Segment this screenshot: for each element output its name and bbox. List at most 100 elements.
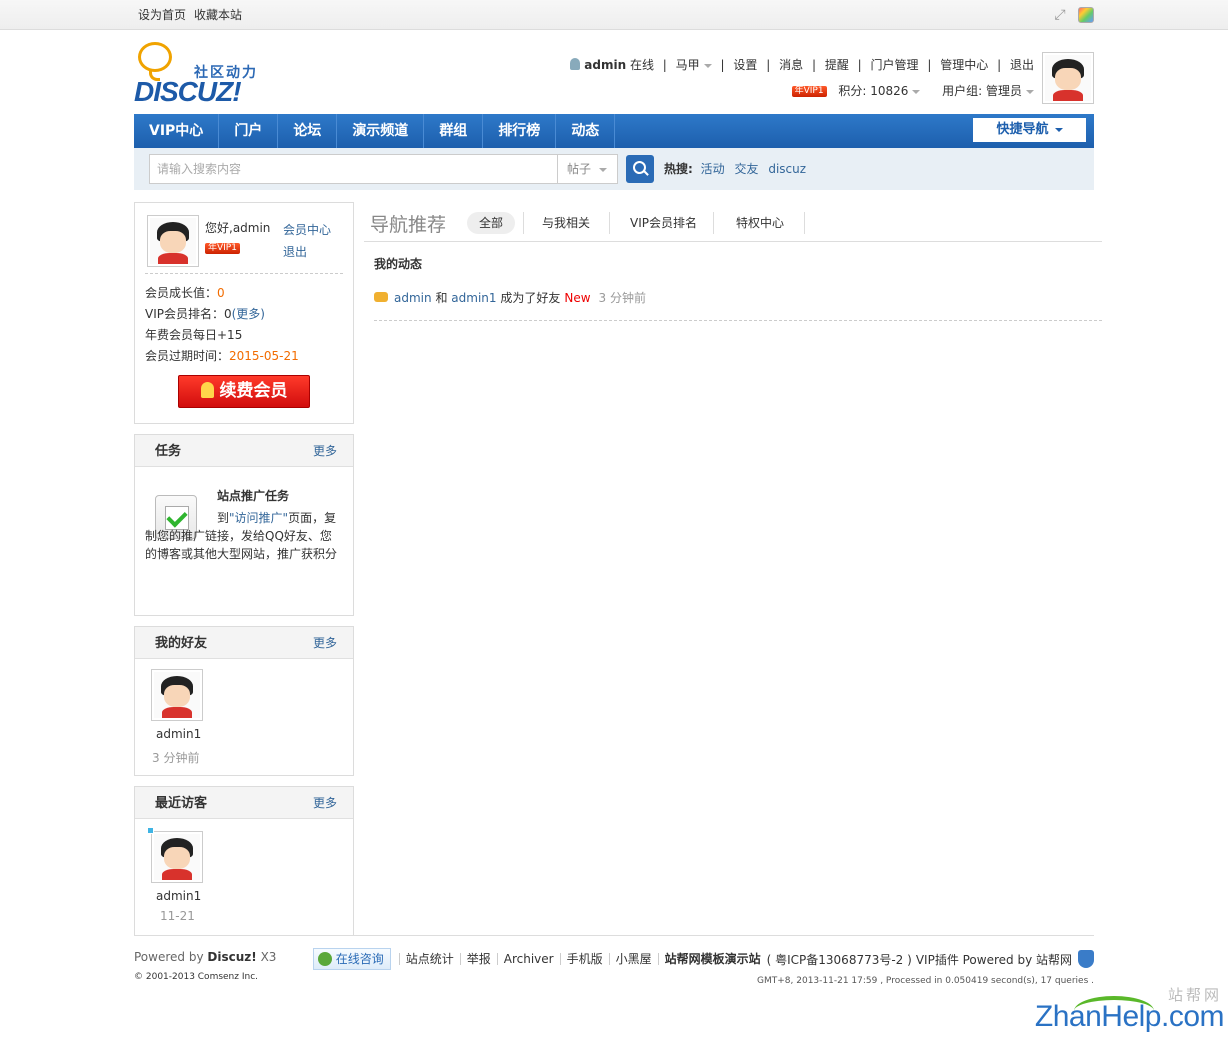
settings-link[interactable]: 设置: [733, 58, 757, 72]
footer-link-archiver[interactable]: Archiver: [496, 953, 560, 965]
hot-keyword[interactable]: discuz: [768, 162, 806, 176]
admin-center-link[interactable]: 管理中心: [940, 58, 988, 72]
feed-panel: 导航推荐 全部 与我相关 VIP会员排名 特权中心 我的动态 admin 和 a…: [364, 202, 1102, 321]
feed-user-link[interactable]: admin: [394, 291, 432, 305]
friends-box-title: 我的好友: [155, 636, 208, 651]
daily-bonus: 年费会员每日+15: [145, 328, 243, 342]
tab-all[interactable]: 全部: [467, 212, 516, 234]
friend-time: 3 分钟前: [152, 751, 200, 765]
logout-link[interactable]: 退出: [1010, 58, 1034, 72]
search-type-label: 帖子: [567, 162, 592, 176]
footer-link-mobile[interactable]: 手机版: [559, 953, 609, 965]
my-feed-title: 我的动态: [374, 257, 423, 271]
tab-related[interactable]: 与我相关: [530, 212, 602, 234]
footer-links: 在线咨询 站点统计 举报 Archiver 手机版 小黑屋 站帮网模板演示站 (…: [312, 948, 1094, 970]
online-dot-icon: [147, 827, 154, 834]
vip-badge[interactable]: 年VIP1: [205, 243, 240, 254]
nav-item-ranking[interactable]: 排行榜: [483, 114, 557, 148]
bell-icon: [200, 382, 214, 398]
visitor-name[interactable]: admin1: [156, 889, 201, 903]
usergroup-menu[interactable]: 用户组: 管理员: [942, 84, 1022, 98]
footer-link-report[interactable]: 举报: [459, 953, 497, 965]
nav-item-feed[interactable]: 动态: [556, 114, 616, 148]
set-home-link[interactable]: 设为首页: [138, 8, 186, 22]
online-status[interactable]: 在线: [630, 58, 654, 72]
nav-item-portal[interactable]: 门户: [219, 114, 279, 148]
icp-link[interactable]: ( 粤ICP备13068773号-2 ): [763, 951, 916, 968]
profile-avatar[interactable]: [147, 215, 199, 267]
nav-item-vip[interactable]: VIP中心: [134, 114, 220, 148]
hot-keyword[interactable]: 交友: [734, 162, 758, 176]
tab-vip-ranking[interactable]: VIP会员排名: [618, 212, 709, 234]
color-scheme-icon[interactable]: [1078, 7, 1094, 23]
left-sidebar: 您好,admin 年VIP1 会员中心 退出 会员成长值：0 VIP会员排名：0…: [134, 202, 354, 946]
site-name-link[interactable]: 站帮网模板演示站: [665, 952, 761, 966]
bookmark-link[interactable]: 收藏本站: [194, 8, 242, 22]
points-menu[interactable]: 积分: 10826: [838, 84, 908, 98]
expire-label: 会员过期时间：: [145, 349, 230, 363]
comsenz-link[interactable]: © 2001-2013 Comsenz Inc.: [134, 972, 258, 982]
rank-more-link[interactable]: (更多): [232, 307, 265, 321]
friends-box: 我的好友 更多 admin1 3 分钟前: [134, 626, 354, 776]
footer-link-stats[interactable]: 站点统计: [398, 953, 460, 965]
online-consult-button[interactable]: 在线咨询: [312, 948, 391, 970]
vip-plugin-link[interactable]: VIP插件 Powered by 站帮网: [916, 951, 1072, 968]
username-link[interactable]: admin: [584, 58, 626, 72]
renew-membership-button[interactable]: 续费会员: [178, 375, 310, 408]
expand-icon[interactable]: ⤢: [1052, 7, 1068, 23]
footer: Powered by Discuz! X3 © 2001-2013 Comsen…: [134, 935, 1094, 995]
visitors-more-link[interactable]: 更多: [313, 787, 337, 819]
site-logo[interactable]: 社区动力 DISCUZ!: [134, 40, 269, 108]
friends-more-link[interactable]: 更多: [313, 627, 337, 659]
nav-item-forum[interactable]: 论坛: [278, 114, 338, 148]
shield-icon[interactable]: [1078, 950, 1094, 968]
tab-privileges[interactable]: 特权中心: [724, 212, 796, 234]
logo-bubble-icon: [138, 42, 172, 81]
user-icon: [570, 58, 581, 70]
hot-searches: 热搜: 活动 交友 discuz: [664, 148, 812, 190]
footer-link-blacklist[interactable]: 小黑屋: [608, 953, 658, 965]
profile-logout-link[interactable]: 退出: [283, 241, 331, 263]
main-nav: VIP中心 门户 论坛 演示频道 群组 排行榜 动态 快捷导航: [134, 114, 1094, 148]
quick-nav-button[interactable]: 快捷导航: [973, 118, 1086, 142]
logo-en-text: DISCUZ!: [134, 76, 242, 107]
promo-visit-link[interactable]: "访问推广": [229, 511, 288, 525]
task-box-title: 任务: [155, 444, 182, 459]
visitor-avatar[interactable]: [151, 831, 203, 883]
majia-menu[interactable]: 马甲: [676, 58, 700, 72]
nav-item-group[interactable]: 群组: [424, 114, 484, 148]
task-box: 任务 更多 站点推广任务 到"访问推广"页面，复制您的推广链接，发给QQ好友、您的…: [134, 434, 354, 616]
vip-badge[interactable]: 年VIP1: [791, 86, 827, 97]
hot-label: 热搜:: [664, 162, 693, 176]
handshake-icon: [374, 292, 388, 302]
search-button[interactable]: [626, 155, 654, 183]
feed-and: 和: [435, 291, 448, 305]
header: 社区动力 DISCUZ! admin 在线 | 马甲 | 设置 | 消息 | 提…: [134, 30, 1094, 114]
feed-user-link[interactable]: admin1: [451, 291, 496, 305]
member-center-link[interactable]: 会员中心: [283, 219, 331, 241]
feed-action: 成为了好友: [500, 291, 561, 305]
task-title[interactable]: 站点推广任务: [217, 487, 289, 504]
friend-avatar[interactable]: [151, 669, 203, 721]
avatar-image: [1045, 55, 1091, 101]
task-more-link[interactable]: 更多: [313, 435, 337, 467]
messages-link[interactable]: 消息: [779, 58, 803, 72]
top-bar: 设为首页 收藏本站 ⤢: [0, 0, 1228, 30]
portal-admin-link[interactable]: 门户管理: [871, 58, 919, 72]
search-type-select[interactable]: 帖子: [557, 154, 618, 184]
rank-label: VIP会员排名：0: [145, 307, 232, 321]
friend-name[interactable]: admin1: [156, 727, 201, 741]
chevron-down-icon: [912, 89, 921, 94]
visitor-time: 11-21: [160, 909, 195, 923]
search-input[interactable]: 请输入搜索内容: [149, 154, 558, 184]
main-content: 您好,admin 年VIP1 会员中心 退出 会员成长值：0 VIP会员排名：0…: [134, 202, 1102, 936]
header-avatar[interactable]: [1042, 52, 1094, 104]
powered-by: Powered by Discuz! X3: [134, 950, 277, 964]
discuz-link[interactable]: Discuz!: [207, 950, 256, 964]
reminders-link[interactable]: 提醒: [825, 58, 849, 72]
hot-keyword[interactable]: 活动: [701, 162, 725, 176]
nav-item-demo[interactable]: 演示频道: [337, 114, 425, 148]
visitors-box: 最近访客 更多 admin1 11-21: [134, 786, 354, 936]
copyright: © 2001-2013 Comsenz Inc.: [134, 972, 258, 982]
feed-title: 导航推荐: [370, 214, 447, 236]
